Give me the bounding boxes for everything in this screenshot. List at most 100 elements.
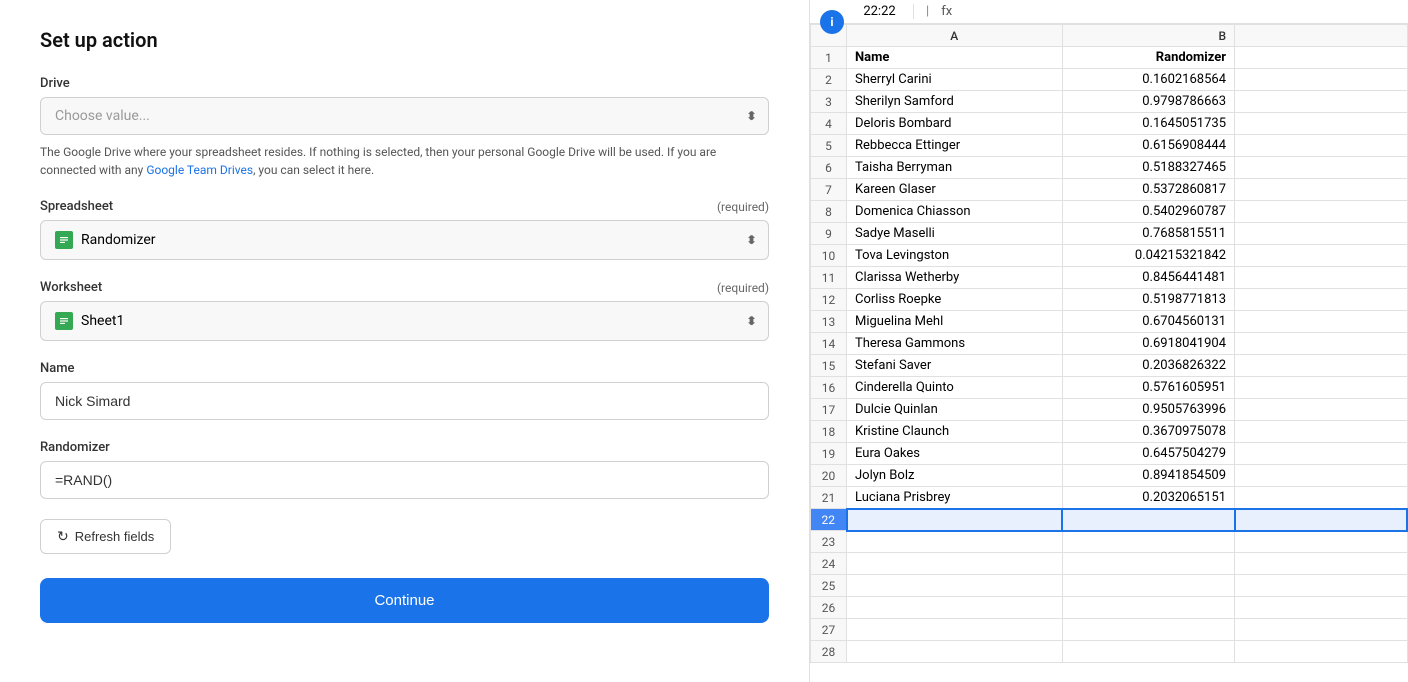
cell-name[interactable]: Stefani Saver	[847, 355, 1063, 377]
cell-randomizer[interactable]: 0.6704560131	[1062, 311, 1234, 333]
table-row[interactable]: 22	[811, 509, 1408, 531]
cell-randomizer[interactable]: 0.7685815511	[1062, 223, 1234, 245]
cell-name[interactable]	[847, 531, 1063, 553]
cell-name[interactable]	[847, 619, 1063, 641]
spreadsheet-select[interactable]: Randomizer ⬍	[40, 220, 769, 260]
spreadsheet-view[interactable]: A B 1 Name Randomizer 2Sherryl Carini0.1…	[810, 24, 1408, 682]
table-row[interactable]: 25	[811, 575, 1408, 597]
drive-select-wrapper[interactable]: Choose value... ⬍	[40, 97, 769, 135]
table-row[interactable]: 13Miguelina Mehl0.6704560131	[811, 311, 1408, 333]
cell-randomizer[interactable]: 0.1602168564	[1062, 69, 1234, 91]
refresh-fields-button[interactable]: ↻ Refresh fields	[40, 519, 171, 554]
table-row[interactable]: 27	[811, 619, 1408, 641]
cell-randomizer[interactable]: 0.04215321842	[1062, 245, 1234, 267]
row-number: 9	[811, 223, 847, 245]
cell-name[interactable]: Sadye Maselli	[847, 223, 1063, 245]
cell-randomizer[interactable]: 0.5188327465	[1062, 157, 1234, 179]
cell-name[interactable]: Sherryl Carini	[847, 69, 1063, 91]
cell-name[interactable]: Domenica Chiasson	[847, 201, 1063, 223]
cell-name[interactable]: Deloris Bombard	[847, 113, 1063, 135]
table-row[interactable]: 7Kareen Glaser0.5372860817	[811, 179, 1408, 201]
row-number: 24	[811, 553, 847, 575]
cell-name[interactable]	[847, 553, 1063, 575]
header-name-cell[interactable]: Name	[847, 47, 1063, 69]
table-row[interactable]: 11Clarissa Wetherby0.8456441481	[811, 267, 1408, 289]
table-row[interactable]: 15Stefani Saver0.2036826322	[811, 355, 1408, 377]
cell-randomizer[interactable]: 0.9505763996	[1062, 399, 1234, 421]
cell-name[interactable]: Jolyn Bolz	[847, 465, 1063, 487]
cell-randomizer[interactable]: 0.5198771813	[1062, 289, 1234, 311]
cell-name[interactable]: Eura Oakes	[847, 443, 1063, 465]
cell-randomizer[interactable]	[1062, 575, 1234, 597]
table-row[interactable]: 21Luciana Prisbrey0.2032065151	[811, 487, 1408, 509]
table-row[interactable]: 4Deloris Bombard0.1645051735	[811, 113, 1408, 135]
table-row[interactable]: 8Domenica Chiasson0.5402960787	[811, 201, 1408, 223]
google-team-drives-link[interactable]: Google Team Drives	[146, 163, 253, 177]
spreadsheet-select-wrapper[interactable]: Randomizer ⬍	[40, 220, 769, 260]
cell-randomizer[interactable]	[1062, 531, 1234, 553]
worksheet-select[interactable]: Sheet1 ⬍	[40, 301, 769, 341]
spreadsheet-arrow-icon: ⬍	[746, 233, 756, 247]
cell-name[interactable]	[847, 575, 1063, 597]
table-row[interactable]: 23	[811, 531, 1408, 553]
table-row[interactable]: 5Rebbecca Ettinger0.6156908444	[811, 135, 1408, 157]
name-input[interactable]	[40, 382, 769, 420]
table-row[interactable]: 2Sherryl Carini0.1602168564	[811, 69, 1408, 91]
cell-randomizer[interactable]: 0.6156908444	[1062, 135, 1234, 157]
cell-name[interactable]: Dulcie Quinlan	[847, 399, 1063, 421]
cell-randomizer[interactable]	[1062, 553, 1234, 575]
cell-randomizer[interactable]: 0.1645051735	[1062, 113, 1234, 135]
table-row[interactable]: 20Jolyn Bolz0.8941854509	[811, 465, 1408, 487]
randomizer-input[interactable]	[40, 461, 769, 499]
table-row[interactable]: 28	[811, 641, 1408, 663]
table-row[interactable]: 17Dulcie Quinlan0.9505763996	[811, 399, 1408, 421]
table-row[interactable]: 26	[811, 597, 1408, 619]
cell-name[interactable]: Tova Levingston	[847, 245, 1063, 267]
worksheet-select-wrapper[interactable]: Sheet1 ⬍	[40, 301, 769, 341]
continue-button[interactable]: Continue	[40, 578, 769, 623]
table-row[interactable]: 24	[811, 553, 1408, 575]
cell-name[interactable]: Kareen Glaser	[847, 179, 1063, 201]
table-row[interactable]: 10Tova Levingston0.04215321842	[811, 245, 1408, 267]
cell-name[interactable]: Clarissa Wetherby	[847, 267, 1063, 289]
cell-name[interactable]	[847, 509, 1063, 531]
cell-name[interactable]: Luciana Prisbrey	[847, 487, 1063, 509]
table-row[interactable]: 3Sherilyn Samford0.9798786663	[811, 91, 1408, 113]
cell-randomizer[interactable]: 0.2032065151	[1062, 487, 1234, 509]
cell-name[interactable]: Miguelina Mehl	[847, 311, 1063, 333]
table-row[interactable]: 19Eura Oakes0.6457504279	[811, 443, 1408, 465]
cell-randomizer[interactable]: 0.9798786663	[1062, 91, 1234, 113]
table-row[interactable]: 12Corliss Roepke0.5198771813	[811, 289, 1408, 311]
cell-name[interactable]: Theresa Gammons	[847, 333, 1063, 355]
drive-select[interactable]: Choose value... ⬍	[40, 97, 769, 135]
table-row[interactable]: 6Taisha Berryman0.5188327465	[811, 157, 1408, 179]
cell-name[interactable]: Kristine Claunch	[847, 421, 1063, 443]
cell-randomizer[interactable]: 0.8941854509	[1062, 465, 1234, 487]
cell-randomizer[interactable]: 0.6918041904	[1062, 333, 1234, 355]
cell-empty	[1235, 289, 1407, 311]
cell-randomizer[interactable]: 0.5761605951	[1062, 377, 1234, 399]
cell-name[interactable]	[847, 597, 1063, 619]
cell-name[interactable]: Rebbecca Ettinger	[847, 135, 1063, 157]
table-row[interactable]: 9Sadye Maselli0.7685815511	[811, 223, 1408, 245]
cell-randomizer[interactable]	[1062, 597, 1234, 619]
table-row[interactable]: 18Kristine Claunch0.3670975078	[811, 421, 1408, 443]
cell-randomizer[interactable]	[1062, 641, 1234, 663]
info-icon[interactable]: i	[820, 10, 844, 34]
cell-randomizer[interactable]: 0.8456441481	[1062, 267, 1234, 289]
cell-randomizer[interactable]: 0.6457504279	[1062, 443, 1234, 465]
cell-randomizer[interactable]: 0.5402960787	[1062, 201, 1234, 223]
cell-name[interactable]: Cinderella Quinto	[847, 377, 1063, 399]
cell-name[interactable]: Corliss Roepke	[847, 289, 1063, 311]
table-row[interactable]: 16Cinderella Quinto0.5761605951	[811, 377, 1408, 399]
cell-name[interactable]: Taisha Berryman	[847, 157, 1063, 179]
table-row[interactable]: 14Theresa Gammons0.6918041904	[811, 333, 1408, 355]
cell-randomizer[interactable]: 0.3670975078	[1062, 421, 1234, 443]
header-randomizer-cell[interactable]: Randomizer	[1062, 47, 1234, 69]
cell-randomizer[interactable]	[1062, 619, 1234, 641]
cell-name[interactable]: Sherilyn Samford	[847, 91, 1063, 113]
cell-randomizer[interactable]: 0.2036826322	[1062, 355, 1234, 377]
cell-name[interactable]	[847, 641, 1063, 663]
cell-randomizer[interactable]: 0.5372860817	[1062, 179, 1234, 201]
cell-randomizer[interactable]	[1062, 509, 1234, 531]
